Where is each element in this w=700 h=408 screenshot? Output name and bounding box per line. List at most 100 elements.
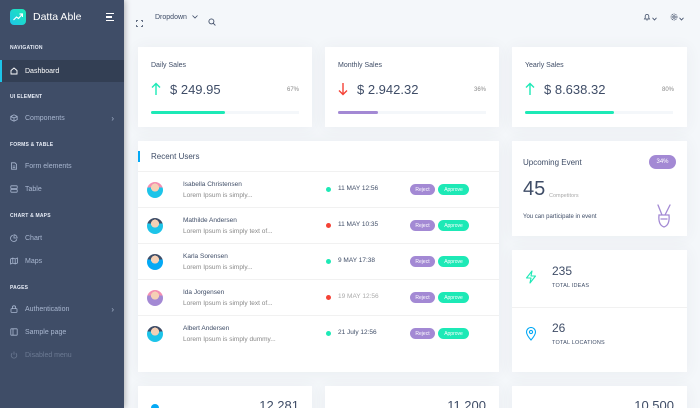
bottom-card-3: 10,500	[512, 386, 687, 408]
approve-button[interactable]: Approve	[438, 184, 469, 195]
sidebar-item-components[interactable]: Components ›	[0, 107, 124, 129]
sales-value: $ 249.95	[170, 82, 221, 97]
event-number: 45	[523, 178, 546, 200]
user-date: 19 MAY 12:56	[338, 293, 379, 300]
header-dropdown[interactable]: Dropdown	[155, 14, 198, 21]
divider	[512, 307, 687, 308]
user-name: Mathilde Andersen	[183, 217, 237, 224]
bottom-card-1: 12,281	[138, 386, 312, 408]
avatar	[147, 326, 163, 342]
sales-title: Monthly Sales	[338, 62, 382, 69]
server-icon	[10, 185, 18, 193]
fullscreen-icon[interactable]	[136, 14, 143, 27]
sidebar-item-disabled-menu: Disabled menu	[0, 344, 124, 366]
title-accent	[138, 151, 140, 162]
notifications-button[interactable]	[643, 8, 657, 26]
sidebar-icon	[10, 328, 18, 336]
users-table: Isabella Christensen Lorem Ipsum is simpl…	[138, 172, 499, 372]
arrow-up-icon	[525, 82, 535, 96]
recent-users-card: Recent Users Isabella Christensen Lorem I…	[138, 141, 499, 372]
event-title: Upcoming Event	[523, 158, 582, 167]
sidebar-item-label: Table	[25, 185, 42, 193]
user-name: Isabella Christensen	[183, 181, 242, 188]
progress-track	[338, 111, 486, 114]
sidebar-item-form-elements[interactable]: Form elements	[0, 155, 124, 177]
table-row: Karla Sorensen Lorem Ipsum is simply... 9 …	[138, 244, 499, 280]
menu-toggle-icon[interactable]	[106, 13, 114, 21]
chevron-right-icon: ›	[111, 304, 114, 314]
status-dot-icon	[326, 259, 331, 264]
sidebar-item-label: Components	[25, 114, 65, 122]
sales-value: $ 2.942.32	[357, 82, 419, 97]
event-subtitle: Competitors	[549, 193, 579, 199]
stat-value: 235	[552, 264, 573, 278]
zap-icon	[524, 270, 538, 284]
brand-title: Datta Able	[33, 11, 82, 23]
avatar	[147, 182, 163, 198]
user-description: Lorem Ipsum is simply dummy...	[183, 336, 276, 343]
user-name: Karla Sorensen	[183, 253, 228, 260]
approve-button[interactable]: Approve	[438, 256, 469, 267]
progress-bar	[525, 111, 614, 114]
user-description: Lorem Ipsum is simply...	[183, 192, 253, 199]
avatar	[147, 254, 163, 270]
sidebar-item-chart[interactable]: Chart	[0, 227, 124, 249]
user-date: 11 MAY 10:35	[338, 221, 379, 228]
search-icon[interactable]	[208, 13, 216, 26]
progress-track	[151, 111, 299, 114]
sales-percent: 36%	[473, 87, 486, 93]
approve-button[interactable]: Approve	[438, 328, 469, 339]
bell-icon	[643, 8, 651, 26]
upcoming-event-card: Upcoming Event 34% 45 Competitors You ca…	[512, 141, 687, 236]
event-badge: 34%	[649, 155, 676, 169]
stat-value: 26	[552, 321, 566, 335]
nav-caption-chart-maps: Chart & Maps	[10, 213, 51, 219]
reject-button[interactable]: Reject	[410, 184, 435, 195]
card-title: Recent Users	[151, 152, 200, 161]
approve-button[interactable]: Approve	[438, 220, 469, 231]
progress-bar	[151, 111, 226, 114]
stat-label: Total Locations	[552, 340, 605, 346]
reject-button[interactable]: Reject	[410, 220, 435, 231]
user-date: 21 July 12:56	[338, 329, 377, 336]
sidebar: Datta Able Navigation Dashboard UI Eleme…	[0, 0, 124, 408]
bottom-card-2: 11,200	[325, 386, 499, 408]
status-dot-icon	[326, 295, 331, 300]
trending-up-icon	[10, 9, 26, 25]
sidebar-item-authentication[interactable]: Authentication ›	[0, 298, 124, 320]
avatar	[147, 218, 163, 234]
yearly-sales-card: Yearly Sales $ 8.638.32 80%	[512, 47, 687, 127]
sidebar-item-label: Authentication	[25, 305, 70, 313]
nav-caption-forms-table: Forms & Table	[10, 142, 54, 148]
sidebar-item-table[interactable]: Table	[0, 178, 124, 200]
daily-sales-card: Daily Sales $ 249.95 67%	[138, 47, 312, 127]
file-text-icon	[10, 162, 18, 170]
sidebar-item-label: Form elements	[25, 162, 72, 170]
pie-chart-icon	[10, 234, 18, 242]
sidebar-item-sample-page[interactable]: Sample page	[0, 321, 124, 343]
approve-button[interactable]: Approve	[438, 292, 469, 303]
chevron-down-icon	[679, 8, 684, 26]
nav-caption-ui-element: UI Element	[10, 94, 43, 100]
stats-card: 235 Total Ideas 26 Total Locations	[512, 250, 687, 372]
sidebar-item-maps[interactable]: Maps	[0, 250, 124, 272]
victory-hand-icon	[654, 203, 674, 229]
status-dot-icon	[326, 331, 331, 336]
map-icon	[10, 257, 18, 265]
sidebar-item-dashboard[interactable]: Dashboard	[0, 60, 124, 82]
table-row: Mathilde Andersen Lorem Ipsum is simply t…	[138, 208, 499, 244]
map-pin-icon	[524, 326, 538, 341]
reject-button[interactable]: Reject	[410, 328, 435, 339]
reject-button[interactable]: Reject	[410, 256, 435, 267]
sales-value: $ 8.638.32	[544, 82, 606, 97]
chevron-right-icon: ›	[111, 113, 114, 123]
sales-title: Daily Sales	[151, 62, 187, 69]
monthly-sales-card: Monthly Sales $ 2.942.32 36%	[325, 47, 499, 127]
bottom-value: 10,500	[634, 398, 674, 408]
stat-label: Total Ideas	[552, 283, 590, 289]
user-date: 11 MAY 12:56	[338, 185, 379, 192]
reject-button[interactable]: Reject	[410, 292, 435, 303]
brand: Datta Able	[0, 0, 124, 34]
settings-button[interactable]	[670, 8, 684, 26]
user-description: Lorem Ipsum is simply...	[183, 264, 253, 271]
